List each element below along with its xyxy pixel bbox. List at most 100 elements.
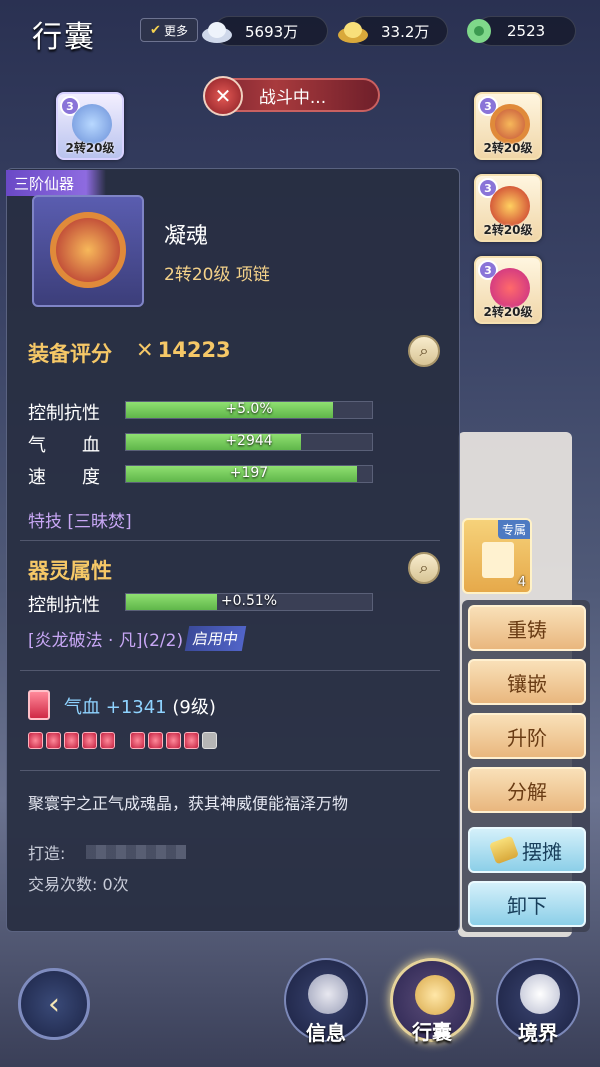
skill-text[interactable]: 特技 [三昧焚]: [28, 507, 132, 532]
nav-bag[interactable]: 行囊: [390, 958, 474, 1044]
item-count: 4: [517, 575, 526, 590]
trade-value: 0次: [102, 875, 129, 894]
stat-label: 气 血: [28, 435, 100, 456]
stat-value: +197: [229, 465, 269, 481]
gem-label: 气血: [64, 697, 100, 718]
gem-level: (9级): [172, 697, 216, 718]
crossed-swords-icon: ✕: [136, 338, 154, 362]
trade-count: 交易次数: 0次: [28, 871, 129, 895]
stat-value: +2944: [225, 433, 273, 449]
divider: [20, 670, 440, 671]
gem-pip: [148, 732, 163, 749]
character-icon: [308, 974, 348, 1014]
necklace-icon: [50, 212, 126, 288]
spirit-effect-text: [炎龙破法 · 凡](2/2): [28, 631, 184, 651]
item-subtitle: 2转20级 项链: [164, 265, 270, 285]
equip-slot-right-2[interactable]: 3 2转20级: [474, 174, 542, 242]
stat-label: 控制抗性: [28, 403, 100, 424]
more-label: 更多: [163, 23, 188, 38]
stat-bar: +2944: [125, 433, 373, 451]
gold-bar-icon: [488, 835, 520, 865]
active-badge: 启用中: [184, 626, 247, 651]
inlay-button[interactable]: 镶嵌: [468, 659, 586, 705]
score-label: 装备评分: [28, 342, 112, 366]
more-button[interactable]: ✔ 更多: [140, 18, 198, 42]
score-magnifier-icon[interactable]: ⌕: [408, 335, 440, 367]
slot-label: 2转20级: [483, 141, 533, 155]
crown-icon: [490, 268, 530, 308]
unequip-button[interactable]: 卸下: [468, 881, 586, 927]
gem-pip: [202, 732, 217, 749]
chevron-down-icon: ✔: [150, 22, 161, 38]
spirit-stat-label: 控制抗性: [28, 595, 100, 616]
silver-currency[interactable]: 5693万: [202, 16, 328, 46]
spirit-effect[interactable]: [炎龙破法 · 凡](2/2) 启用中: [28, 626, 247, 651]
gem-level-pips: [28, 732, 217, 749]
gem-pip: [166, 732, 181, 749]
necklace-icon: [490, 104, 530, 144]
gem-pip: [82, 732, 97, 749]
equip-slot-left-1[interactable]: 3 2转20级: [56, 92, 124, 160]
score-value: 14223: [157, 338, 231, 362]
bag-icon: [415, 975, 455, 1015]
nav-info[interactable]: 信息: [284, 958, 368, 1045]
dismantle-button[interactable]: 分解: [468, 767, 586, 813]
item-name: 凝魂: [164, 224, 209, 249]
gem-pip: [28, 732, 43, 749]
stat-bar: +197: [125, 465, 373, 483]
forge-name-redacted: [86, 845, 186, 859]
gold-ingot-icon: [338, 22, 368, 43]
gem-pip: [64, 732, 79, 749]
battle-status-text: 战斗中...: [258, 87, 327, 108]
sell-stall-label: 摆摊: [522, 839, 562, 864]
page-title: 行囊: [32, 20, 96, 55]
spirit-stat-bar: +0.51%: [125, 593, 373, 611]
spirit-stat-value: +0.51%: [220, 593, 278, 609]
stat-bar: +5.0%: [125, 401, 373, 419]
slot-label: 2转20级: [483, 223, 533, 237]
exclusive-item[interactable]: 专属 4: [462, 518, 532, 594]
ruby-gem-icon: [28, 690, 50, 720]
forge-label: 打造:: [28, 844, 66, 863]
nav-realm-label: 境界: [518, 1021, 558, 1045]
battle-status-badge[interactable]: ✕ 战斗中...: [203, 76, 380, 116]
divider: [20, 770, 440, 771]
armor-icon: [490, 186, 530, 226]
sell-stall-button[interactable]: 摆摊: [468, 827, 586, 873]
score-value-group: ✕ 14223: [136, 338, 231, 362]
divider: [20, 540, 440, 541]
spirit-magnifier-icon[interactable]: ⌕: [408, 552, 440, 584]
jade-icon: [467, 19, 491, 43]
gem-stat: 气血 +1341 (9级): [64, 693, 216, 719]
silver-ingot-icon: [202, 22, 232, 43]
jade-value: 2523: [507, 22, 546, 40]
scroll-icon: [482, 542, 514, 578]
nav-realm[interactable]: 境界: [496, 958, 580, 1045]
gear-art-icon: [72, 104, 112, 144]
recast-button[interactable]: 重铸: [468, 605, 586, 651]
rank-tag: 三阶仙器: [6, 170, 106, 196]
back-arrow-icon[interactable]: ‹: [18, 968, 90, 1040]
slot-label: 2转20级: [65, 141, 115, 155]
gem-pip: [100, 732, 115, 749]
stat-label: 速 度: [28, 467, 100, 488]
gem-pip: [46, 732, 61, 749]
gold-value: 33.2万: [381, 22, 430, 41]
spirit-title: 器灵属性: [28, 559, 112, 583]
upgrade-button[interactable]: 升阶: [468, 713, 586, 759]
lotus-icon: [520, 974, 560, 1014]
stat-value: +5.0%: [225, 401, 273, 417]
equip-slot-right-3[interactable]: 3 2转20级: [474, 256, 542, 324]
gem-value: +1341: [105, 697, 167, 718]
item-description: 聚寰宇之正气成魂晶，获其神威便能福泽万物: [28, 794, 349, 813]
trade-label: 交易次数:: [28, 875, 98, 894]
gem-pip: [184, 732, 199, 749]
equip-slot-right-1[interactable]: 3 2转20级: [474, 92, 542, 160]
nav-info-label: 信息: [306, 1021, 346, 1045]
slot-label: 2转20级: [483, 305, 533, 319]
exclusive-ribbon: 专属: [497, 520, 530, 539]
gold-currency[interactable]: 33.2万: [338, 16, 448, 46]
jade-currency[interactable]: 2523: [467, 16, 576, 46]
top-bar: 行囊 ✔ 更多 5693万 33.2万 2523: [0, 0, 600, 64]
gem-pip: [130, 732, 145, 749]
